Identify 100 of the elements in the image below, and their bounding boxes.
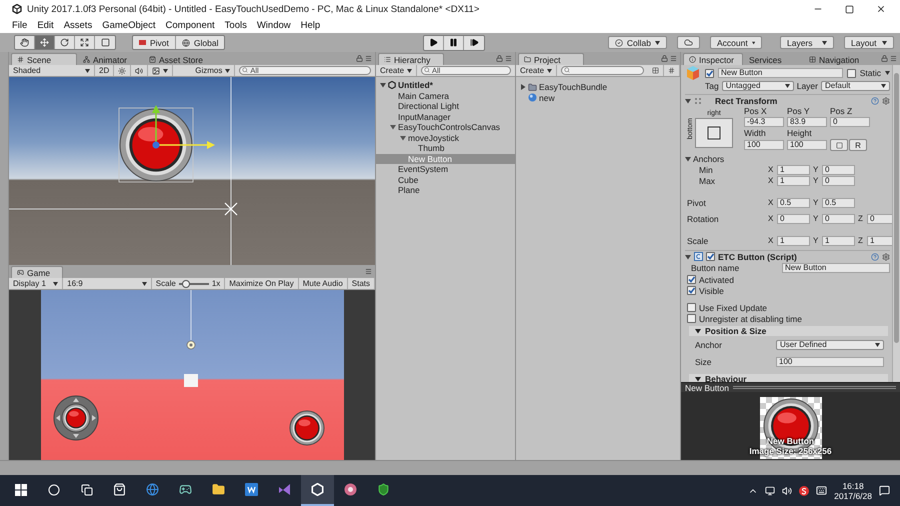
- checkbox[interactable]: [706, 252, 715, 261]
- scene-root-item[interactable]: Untitled*: [376, 80, 515, 90]
- project-item[interactable]: EasyTouchBundle: [516, 82, 680, 92]
- global-button[interactable]: Global: [176, 36, 224, 49]
- checkbox[interactable]: [687, 286, 696, 295]
- foldout-arrow-icon[interactable]: [695, 328, 701, 334]
- foldout-arrow-icon[interactable]: [520, 84, 526, 90]
- toggle-button[interactable]: Mute Audio: [298, 278, 348, 289]
- tool-button[interactable]: [55, 36, 75, 49]
- gizmos-dropdown[interactable]: Gizmos: [191, 65, 236, 76]
- menu-item[interactable]: Window: [256, 20, 291, 31]
- menu-item[interactable]: GameObject: [102, 20, 156, 31]
- 2d-toggle[interactable]: 2D: [95, 65, 114, 76]
- tab[interactable]: Hierarchy: [378, 53, 444, 65]
- blueprint-button[interactable]: [830, 139, 848, 151]
- menu-item[interactable]: Help: [300, 20, 320, 31]
- tab[interactable]: Animator: [77, 53, 143, 65]
- slider-thumb[interactable]: [182, 280, 190, 288]
- display-dropdown[interactable]: Display 1: [9, 278, 64, 289]
- menu-item[interactable]: Component: [166, 20, 215, 31]
- input-field[interactable]: 1: [777, 236, 810, 246]
- create-dropdown[interactable]: Create: [376, 65, 418, 76]
- input-field[interactable]: 0: [867, 214, 892, 224]
- section-header[interactable]: Position & Size: [689, 326, 888, 336]
- input-field[interactable]: 100: [776, 356, 884, 366]
- tool-button[interactable]: [15, 36, 35, 49]
- raw-edit-button[interactable]: R: [849, 139, 867, 151]
- foldout-arrow-icon[interactable]: [695, 376, 701, 382]
- tree-item[interactable]: InputManager: [376, 112, 515, 122]
- layer-dropdown[interactable]: Default: [820, 80, 890, 90]
- input-field[interactable]: 0: [777, 214, 810, 224]
- tree-item[interactable]: Directional Light: [376, 101, 515, 112]
- search-field[interactable]: [561, 66, 644, 75]
- tab[interactable]: Services: [743, 53, 803, 65]
- input-field[interactable]: 100: [744, 140, 784, 150]
- anchor-preset-button[interactable]: [695, 118, 733, 148]
- input-field[interactable]: 83.9: [787, 117, 827, 127]
- tool-button[interactable]: [95, 36, 115, 49]
- tab[interactable]: Inspector: [683, 53, 743, 65]
- foldout-arrow-icon[interactable]: [380, 82, 386, 88]
- foldout-arrow-icon[interactable]: [685, 98, 691, 104]
- step-button[interactable]: [464, 36, 484, 50]
- checkbox[interactable]: [705, 68, 714, 78]
- move-gizmo-drawing[interactable]: [152, 105, 215, 149]
- menu-item[interactable]: Assets: [64, 20, 92, 31]
- menu-item[interactable]: Edit: [37, 20, 54, 31]
- account-button[interactable]: Account: [710, 36, 762, 49]
- project-item[interactable]: new: [516, 92, 680, 103]
- checkbox[interactable]: [687, 314, 696, 323]
- tab[interactable]: Game: [11, 266, 63, 278]
- taskbar-app[interactable]: [301, 475, 334, 506]
- foldout-arrow-icon[interactable]: [685, 156, 691, 162]
- scrollbar-thumb[interactable]: [894, 73, 899, 343]
- pivot-button[interactable]: Pivot: [133, 36, 176, 49]
- input-field[interactable]: 1: [867, 236, 892, 246]
- joystick-drawing[interactable]: [54, 396, 98, 440]
- drag-handle[interactable]: [732, 386, 896, 389]
- pause-button[interactable]: [444, 36, 464, 50]
- scrollbar[interactable]: [892, 65, 900, 382]
- input-field[interactable]: 0: [822, 214, 855, 224]
- close-button[interactable]: [876, 4, 886, 14]
- tab[interactable]: Navigation: [803, 53, 881, 65]
- section-header[interactable]: Behaviour: [689, 374, 888, 382]
- collab-button[interactable]: Collab: [608, 36, 667, 49]
- tree-item[interactable]: Plane: [376, 185, 515, 196]
- tree-item[interactable]: EventSystem: [376, 164, 515, 174]
- checkbox[interactable]: [687, 275, 696, 284]
- input-field[interactable]: 1: [822, 236, 855, 246]
- dropdown[interactable]: User Defined: [776, 340, 884, 350]
- tab[interactable]: Scene: [11, 53, 77, 65]
- tool-button[interactable]: [75, 36, 95, 49]
- checkbox[interactable]: [687, 303, 696, 312]
- input-field[interactable]: New Button: [782, 263, 890, 273]
- input-field[interactable]: 0: [822, 176, 855, 186]
- input-field[interactable]: 0.5: [822, 198, 855, 208]
- input-field[interactable]: 1: [777, 176, 810, 186]
- tab[interactable]: Asset Store: [143, 53, 223, 65]
- tree-item[interactable]: moveJoystick: [376, 132, 515, 143]
- tree-item[interactable]: Cube: [376, 174, 515, 185]
- scene-viewport[interactable]: [9, 77, 375, 265]
- maximize-button[interactable]: [845, 4, 854, 14]
- tag-dropdown[interactable]: Untagged: [722, 80, 794, 90]
- tree-item[interactable]: EasyTouchControlsCanvas: [376, 122, 515, 132]
- foldout-arrow-icon[interactable]: [685, 254, 691, 260]
- checkbox[interactable]: [846, 68, 856, 78]
- input-field[interactable]: 100: [787, 140, 827, 150]
- tool-button[interactable]: [35, 36, 55, 49]
- layers-button[interactable]: Layers: [780, 36, 834, 49]
- menu-item[interactable]: File: [12, 20, 28, 31]
- input-field[interactable]: 0: [822, 164, 855, 174]
- input-field[interactable]: 1: [777, 164, 810, 174]
- layout-button[interactable]: Layout: [844, 36, 894, 49]
- tree-item[interactable]: Main Camera: [376, 90, 515, 101]
- name-field[interactable]: New Button: [718, 68, 843, 78]
- aspect-dropdown[interactable]: 16:9: [63, 278, 152, 289]
- cloud-button[interactable]: [677, 36, 700, 49]
- input-field[interactable]: -94.3: [744, 117, 784, 127]
- input-field[interactable]: 0: [830, 117, 870, 127]
- play-button[interactable]: [424, 36, 444, 50]
- tab[interactable]: Project: [518, 53, 584, 65]
